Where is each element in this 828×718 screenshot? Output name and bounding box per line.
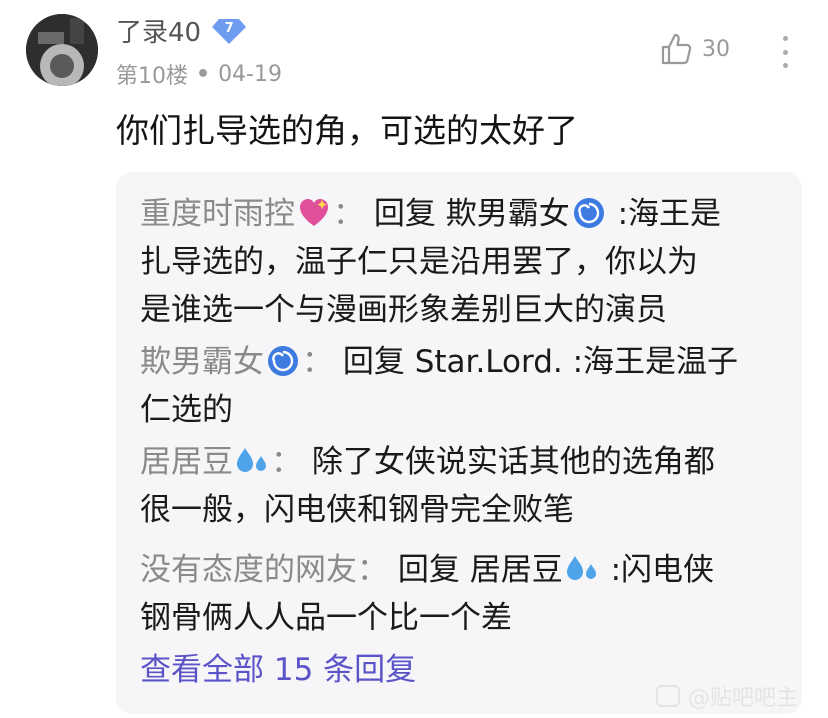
level-number: 7 (224, 20, 234, 36)
reply-author[interactable]: 重度时雨控 (140, 196, 295, 232)
reply-author[interactable]: 居居豆 (140, 444, 233, 480)
reply-text-line2: 仁选的 (140, 392, 233, 428)
reply-item[interactable]: 欺男霸女 ： 回复 Star.Lord. :海王是温子 仁选的 (140, 338, 780, 434)
reply-text-line2: 很一般，闪电侠和钢骨完全败笔 (140, 492, 574, 528)
reply-author[interactable]: 没有态度的网友 (140, 552, 357, 588)
reply-target[interactable]: 居居豆 (470, 552, 563, 588)
thumbs-up-icon (661, 33, 692, 65)
reply-panel[interactable]: 重度时雨控 ： 回复 欺男霸女 :海王是 扎导选的，温子仁只是沿用罢了，你以为 是… (116, 172, 802, 714)
reply-target[interactable]: 欺男霸女 (446, 196, 570, 232)
reply-label: 回复 (373, 196, 436, 232)
avatar[interactable] (26, 14, 98, 86)
reply-separator: ： (357, 552, 388, 588)
comment-meta: 第10楼 • 04-19 (116, 58, 282, 90)
more-options-icon[interactable] (770, 32, 800, 72)
floor-label: 第10楼 (116, 64, 188, 89)
sweat-droplets-icon (566, 555, 596, 580)
like-count: 30 (702, 36, 730, 62)
camera-icon (656, 685, 680, 707)
username-row: 了录40 7 (116, 12, 247, 49)
reply-text-line1: :闪电侠 (610, 552, 715, 588)
cyclone-icon (268, 345, 298, 376)
watermark-text: @贴吧吧主 (688, 686, 799, 711)
reply-target[interactable]: Star.Lord. (415, 344, 563, 380)
reply-author[interactable]: 欺男霸女 (140, 344, 264, 380)
meta-separator: • (196, 61, 211, 87)
reply-item[interactable]: 居居豆 ： 除了女侠说实话其他的选角都 很一般，闪电侠和钢骨完全败笔 (140, 438, 780, 534)
reply-text-line2: 钢骨俩人人品一个比一个差 (140, 600, 512, 636)
view-all-replies-link[interactable]: 查看全部 15 条回复 (140, 646, 416, 694)
reply-item[interactable]: 重度时雨控 ： 回复 欺男霸女 :海王是 扎导选的，温子仁只是沿用罢了，你以为 是… (140, 190, 780, 334)
cyclone-icon (573, 197, 604, 228)
comment-text: 你们扎导选的角，可选的太好了 (116, 111, 578, 150)
reply-separator: ： (302, 344, 333, 380)
sparkling-heart-icon (300, 198, 328, 226)
level-badge: 7 (211, 17, 247, 45)
reply-text-line2: 扎导选的，温子仁只是沿用罢了，你以为 (140, 244, 698, 280)
reply-text-line1: :海王是 (617, 196, 722, 232)
reply-text-line1: 除了女侠说实话其他的选角都 (311, 444, 715, 480)
reply-text-line3: 是谁选一个与漫画形象差别巨大的演员 (140, 292, 667, 328)
reply-label: 回复 (342, 344, 405, 380)
reply-label: 回复 (397, 552, 460, 588)
reply-separator: ： (333, 196, 364, 232)
sweat-droplets-icon (237, 447, 266, 472)
reply-item[interactable]: 没有态度的网友： 回复 居居豆 :闪电侠 钢骨俩人人品一个比一个差 (140, 546, 780, 642)
avatar-image (26, 14, 98, 86)
watermark: @贴吧吧主 (656, 680, 798, 712)
reply-text-line1: :海王是温子 (572, 344, 739, 380)
reply-separator: ： (271, 444, 302, 480)
username[interactable]: 了录40 (116, 12, 201, 49)
post-date: 04-19 (218, 61, 282, 87)
like-button[interactable]: 30 (660, 32, 730, 66)
